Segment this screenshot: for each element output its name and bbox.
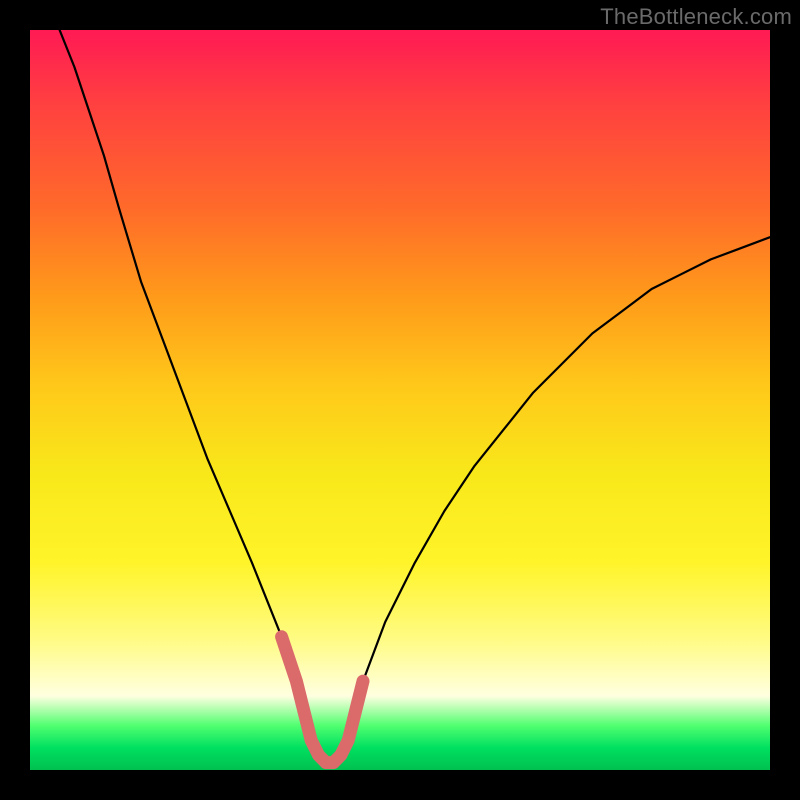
plot-area	[30, 30, 770, 770]
bottleneck-curve	[60, 30, 770, 763]
curve-layer	[30, 30, 770, 770]
watermark-text: TheBottleneck.com	[600, 4, 792, 30]
chart-frame: TheBottleneck.com	[0, 0, 800, 800]
optimal-band-marker	[282, 637, 363, 763]
